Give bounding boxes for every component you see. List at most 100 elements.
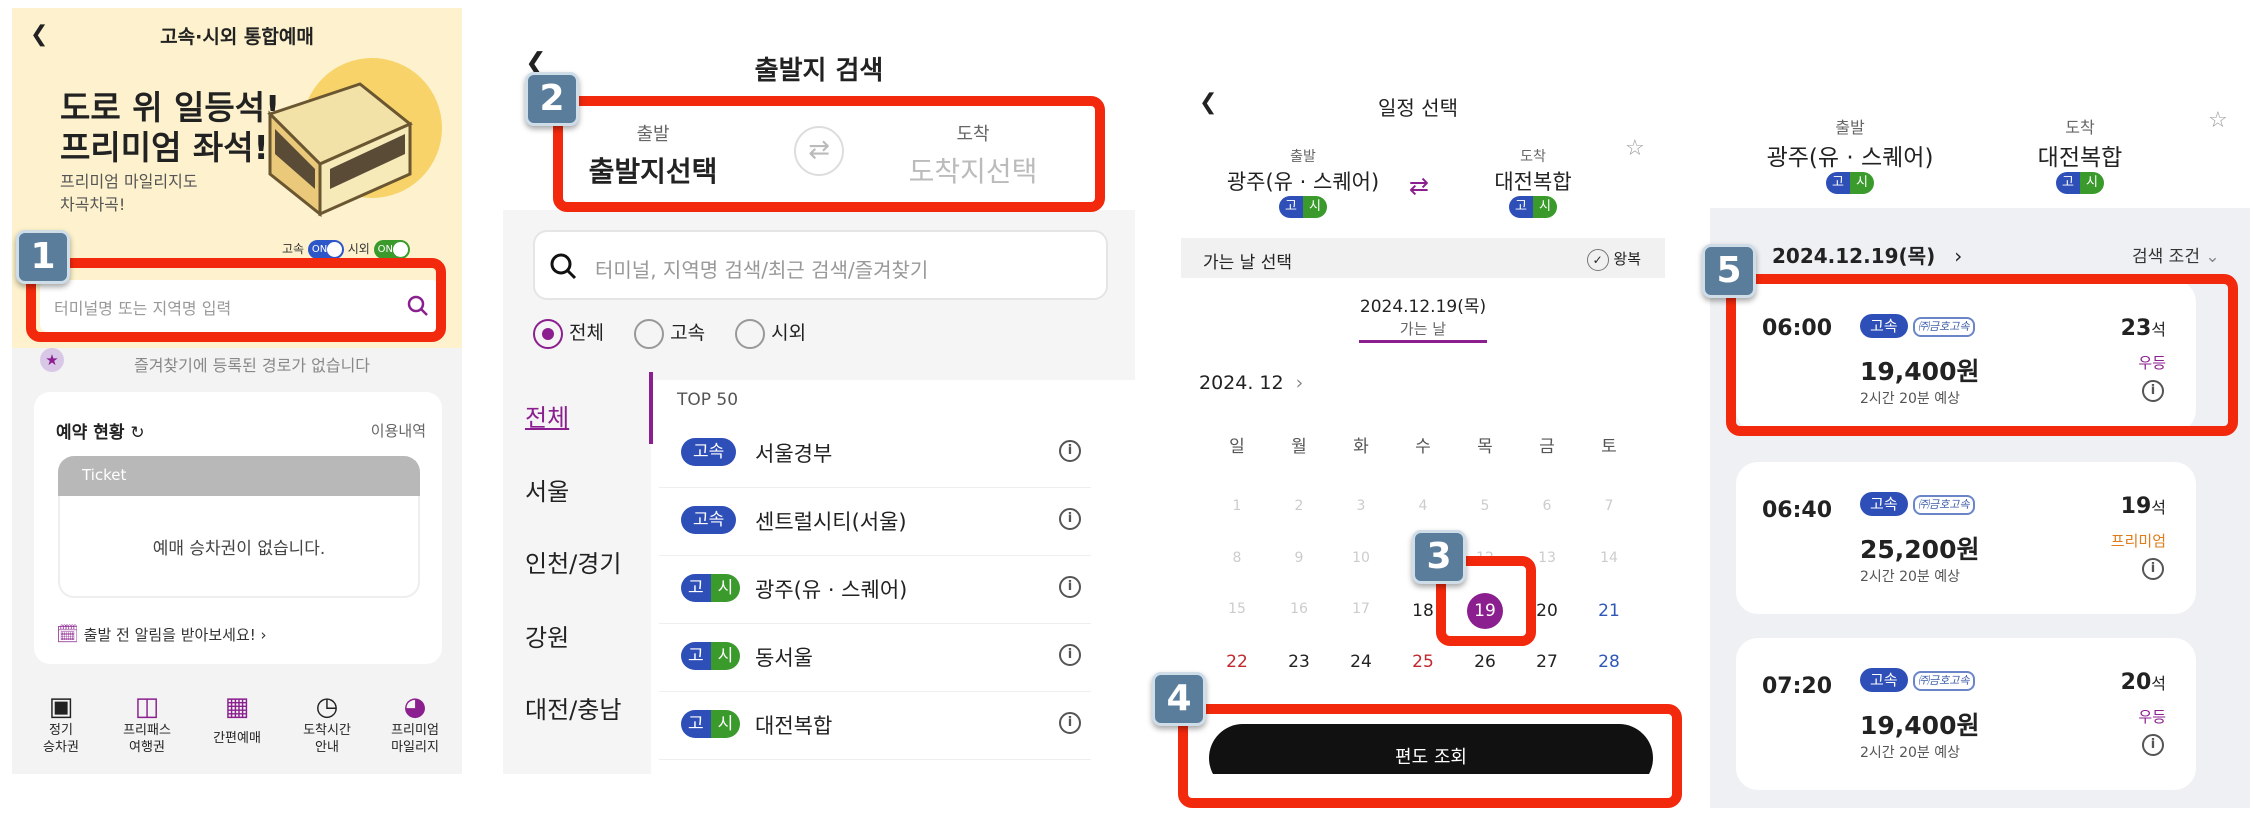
badge-g: 고 xyxy=(1509,196,1533,218)
calendar-day[interactable]: 21 xyxy=(1589,601,1629,621)
calendar-day[interactable]: 27 xyxy=(1527,652,1567,672)
depart-info[interactable]: 출발 광주(유 · 스퀘어) 고시 xyxy=(1750,114,1950,198)
filter-intercity[interactable]: 시외 xyxy=(735,318,806,349)
refresh-icon[interactable]: ↻ xyxy=(130,423,144,443)
weekday-label: 일 xyxy=(1229,437,1245,457)
reservation-card: 예약 현황 ↻ 이용내역 Ticket 예매 승차권이 없습니다. 🗓 출발 전… xyxy=(34,392,442,664)
menu-premium-mileage[interactable]: ◕ 프리미엄 마일리지 xyxy=(378,692,452,756)
type-filter: 전체 고속 시외 xyxy=(533,318,806,349)
filter-express[interactable]: 고속 xyxy=(634,318,705,349)
result-card-2[interactable]: 06:40 고속 ㈜금호고속 25,200원 2시간 20분 예상 19석 프리… xyxy=(1736,462,2196,614)
region-incheon[interactable]: 인천/경기 xyxy=(525,544,621,579)
region-daejeon[interactable]: 대전/충남 xyxy=(525,690,621,725)
step-badge-4: 4 xyxy=(1152,672,1206,726)
search-condition-dropdown[interactable]: 검색 조건 ⌄ xyxy=(2132,242,2220,267)
calendar-day[interactable]: 28 xyxy=(1589,652,1629,672)
favorite-star-icon[interactable]: ☆ xyxy=(1625,136,1645,161)
arrive-info[interactable]: 도착 대전복합 고시 xyxy=(1463,146,1603,222)
swap-icon[interactable]: ⇄ xyxy=(1409,172,1429,200)
menu-free-pass[interactable]: ◫ 프리패스 여행권 xyxy=(110,692,184,756)
menu-label-5b: 마일리지 xyxy=(391,740,439,755)
arrive-value: 대전복합 xyxy=(1494,170,1572,194)
date-nav[interactable]: 2024.12.19(목) › xyxy=(1772,240,1962,269)
list-item[interactable]: 고시 광주(유 · 스퀘어) i xyxy=(659,556,1091,624)
calendar-day[interactable]: 26 xyxy=(1465,652,1505,672)
result-card-3[interactable]: 07:20 고속 ㈜금호고속 19,400원 2시간 20분 예상 20석 우등… xyxy=(1736,638,2196,790)
seat-number: 20 xyxy=(2120,670,2152,695)
calendar-day: 17 xyxy=(1352,601,1370,617)
radio-all[interactable] xyxy=(533,318,563,349)
terminal-name: 서울경부 xyxy=(755,442,833,466)
region-seoul[interactable]: 서울 xyxy=(525,472,569,507)
list-item[interactable]: 고시 동서울 i xyxy=(659,624,1091,692)
terminal-name: 센트럴시티(서울) xyxy=(755,510,907,534)
favorite-star-icon[interactable]: ☆ xyxy=(2208,108,2228,133)
express-badge: 고속 xyxy=(1860,492,1908,516)
favorites-empty-text: 즐겨찾기에 등록된 경로가 없습니다 xyxy=(133,356,371,375)
filter-all[interactable]: 전체 xyxy=(533,318,605,349)
radio-express[interactable] xyxy=(634,318,665,349)
toggle-intercity[interactable]: ON xyxy=(373,240,410,259)
menu-label-1b: 승차권 xyxy=(43,740,79,755)
chevron-down-icon: ⌄ xyxy=(2205,247,2220,267)
calendar-day[interactable]: 25 xyxy=(1403,652,1443,672)
toggle-intercity-on: ON xyxy=(377,244,394,255)
express-intercity-badge: 고시 xyxy=(1826,172,1874,194)
highlight-box-2 xyxy=(553,96,1105,212)
tab-go-day[interactable]: 가는 날 xyxy=(1173,318,1673,339)
no-ticket-text: 예매 승차권이 없습니다. xyxy=(152,539,326,559)
history-link[interactable]: 이용내역 xyxy=(371,420,426,441)
express-badge: 고속 xyxy=(1860,668,1908,692)
calendar-day: 5 xyxy=(1480,498,1490,514)
highlight-box-1 xyxy=(26,258,446,342)
fare-price: 19,400원 xyxy=(1860,711,1980,740)
list-item[interactable]: 고속 센트럴시티(서울) i xyxy=(659,488,1091,556)
calendar-day[interactable]: 22 xyxy=(1217,652,1257,672)
month-nav[interactable]: 2024. 12 › xyxy=(1199,372,1303,394)
calendar-day: 8 xyxy=(1232,550,1242,566)
schedule-panel: ❮ 일정 선택 ☆ 출발 광주(유 · 스퀘어) 고시 ⇄ 도착 대전복합 고시… xyxy=(1173,8,1683,774)
arrive-info[interactable]: 도착 대전복합 고시 xyxy=(2010,114,2150,198)
info-icon[interactable]: i xyxy=(1059,576,1081,598)
duration: 2시간 20분 예상 xyxy=(1860,745,1961,761)
seat-unit: 석 xyxy=(2151,674,2166,693)
mileage-icon: ◕ xyxy=(403,692,427,722)
list-item[interactable]: 고속 서울경부 i xyxy=(659,420,1091,488)
company-logo-icon: ㈜금호고속 xyxy=(1912,670,1975,691)
list-item[interactable]: 고시 대전복합 i xyxy=(659,692,1091,760)
radio-intercity[interactable] xyxy=(735,318,766,349)
info-icon[interactable]: i xyxy=(1059,440,1081,462)
step-badge-3: 3 xyxy=(1412,530,1466,584)
alert-link[interactable]: 🗓 출발 전 알림을 받아보세요! › xyxy=(56,624,267,645)
info-icon[interactable]: i xyxy=(1059,508,1081,530)
ticket-header: Ticket xyxy=(58,456,420,496)
info-icon[interactable]: i xyxy=(2142,558,2164,580)
info-icon[interactable]: i xyxy=(2142,734,2164,756)
terminal-list: 고속 서울경부 i 고속 센트럴시티(서울) i 고시 광주(유 · 스퀘어) … xyxy=(659,420,1091,760)
menu-label-2b: 여행권 xyxy=(129,740,165,755)
round-trip-check[interactable]: ✓ 왕복 xyxy=(1586,248,1641,271)
chevron-right-icon[interactable]: › xyxy=(1954,244,1962,268)
terminal-name: 대전복합 xyxy=(755,714,833,738)
menu-commuter-pass[interactable]: ▣ 정기 승차권 xyxy=(26,692,96,756)
top50-label: TOP 50 xyxy=(677,390,739,410)
filter-label: 검색 조건 xyxy=(2132,247,2200,267)
check-icon: ✓ xyxy=(1586,249,1609,271)
info-icon[interactable]: i xyxy=(1059,644,1081,666)
terminal-search-input[interactable]: 터미널, 지역명 검색/최근 검색/즐겨찾기 xyxy=(533,230,1108,300)
region-all[interactable]: 전체 xyxy=(525,398,569,433)
chevron-right-icon[interactable]: › xyxy=(1296,372,1304,394)
menu-arrival-time[interactable]: ◷ 도착시간 안내 xyxy=(290,692,364,756)
seat-count: 20석 xyxy=(2121,670,2166,695)
toggle-express[interactable]: ON xyxy=(307,240,344,259)
calendar-day[interactable]: 24 xyxy=(1341,652,1381,672)
region-gangwon[interactable]: 강원 xyxy=(525,618,569,653)
depart-info[interactable]: 출발 광주(유 · 스퀘어) 고시 xyxy=(1203,146,1403,222)
menu-quick-booking[interactable]: ▦ 간편예매 xyxy=(200,692,274,747)
info-icon[interactable]: i xyxy=(1059,712,1081,734)
calendar-day[interactable]: 23 xyxy=(1279,652,1319,672)
calendar-day: 16 xyxy=(1290,601,1308,617)
badge-s: 시 xyxy=(710,710,741,738)
filter-all-label: 전체 xyxy=(569,322,605,344)
weekday-label: 토 xyxy=(1601,437,1617,457)
